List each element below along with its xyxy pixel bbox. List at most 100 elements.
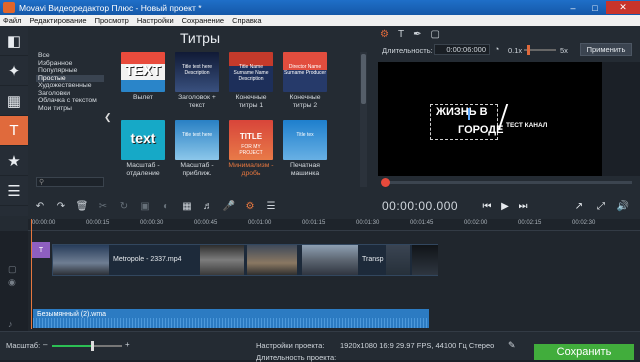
title-clip[interactable]: T — [32, 242, 50, 258]
category-all[interactable]: Все — [36, 52, 104, 60]
video-thumbnail — [386, 245, 410, 275]
timecode-display: 00:00:00.000 — [382, 199, 459, 213]
category-simple[interactable]: Простые — [36, 74, 104, 82]
seek-bar[interactable] — [381, 178, 632, 187]
timeline-toolbar: ↶ ↷ 🗑 ✂ ↻ ▣ ◐ ▦ ♬ 🎤 ⚙ ☰ — [28, 193, 376, 219]
category-headings[interactable]: Заголовки — [36, 90, 104, 98]
titles-scrollbar[interactable] — [360, 52, 367, 187]
app-window: Movavi Видеоредактор Плюс - Новый проект… — [0, 0, 640, 362]
magic-wand-icon[interactable]: ✦ — [0, 56, 28, 86]
crop-icon[interactable]: ▣ — [137, 198, 153, 214]
edit-project-icon[interactable]: ✎ — [508, 340, 516, 351]
title-card-typewriter[interactable]: Title tex Печатная машинка — [282, 120, 328, 177]
duration-label: Длительность: — [382, 46, 433, 55]
volume-icon[interactable]: 🔊 — [614, 197, 632, 215]
title-card-zoom-in[interactable]: Title text here Масштаб - приближ. — [174, 120, 220, 177]
overlay-text-line-2[interactable]: ГОРОДЕ — [458, 124, 503, 136]
film-icon[interactable]: ◧ — [0, 26, 28, 56]
audio-icon[interactable]: ♬ — [200, 198, 216, 214]
category-my-titles[interactable]: Мои титры — [36, 105, 104, 113]
video-clip-label-2: Transp — [362, 256, 384, 263]
video-track-icon: ▢ — [8, 264, 17, 274]
timeline-ruler[interactable]: 00:00:00 00:00:15 00:00:30 00:00:45 00:0… — [28, 219, 640, 231]
rotate-icon[interactable]: ↻ — [116, 198, 132, 214]
category-speech-bubbles[interactable]: Облачка с текстом — [36, 97, 104, 105]
title-card-heading-text[interactable]: Title text here Description Заголовок + … — [174, 52, 220, 109]
ruler-tick: 00:01:45 — [410, 220, 434, 226]
collapse-arrow-icon[interactable]: ❮ — [104, 112, 114, 126]
delete-icon[interactable]: 🗑 — [74, 198, 90, 214]
title-card-vylet[interactable]: TEXT Вылет — [120, 52, 166, 102]
category-search-input[interactable]: ⚲ — [36, 177, 104, 187]
text-icon[interactable]: T — [398, 29, 404, 40]
overlay-text-line-1[interactable]: ЖИЗНЬ В — [436, 106, 488, 118]
scale-slider-knob[interactable] — [90, 341, 94, 351]
zoom-out-icon[interactable]: – — [43, 340, 47, 349]
title-card-minimalism[interactable]: TITLE FOR MY PROJECT Минимализм - дробь — [228, 120, 274, 177]
next-frame-button[interactable]: ⏭ — [514, 197, 532, 215]
filter-icon[interactable]: ▦ — [0, 86, 28, 116]
project-settings-label: Настройки проекта: — [256, 341, 325, 350]
redo-icon[interactable]: ↷ — [53, 198, 69, 214]
overlay-channel-text[interactable]: ТЕСТ КАНАЛ — [506, 122, 547, 129]
speed-slider[interactable] — [524, 45, 556, 55]
equalizer-icon[interactable]: ☰ — [263, 198, 279, 214]
eyedropper-icon[interactable]: ✒ — [413, 29, 421, 40]
slideshow-icon[interactable]: ▦ — [179, 198, 195, 214]
category-popular[interactable]: Популярные — [36, 67, 104, 75]
save-button[interactable]: Сохранить — [534, 344, 634, 360]
detach-player-icon[interactable]: ↗ — [570, 197, 588, 215]
title-card-credits-2[interactable]: Director Name Surname Producer Конечные … — [282, 52, 328, 109]
category-artistic[interactable]: Художественные — [36, 82, 104, 90]
frame-icon[interactable]: ▢ — [430, 29, 439, 40]
video-thumbnail — [53, 245, 109, 275]
title-card-label: Масштаб - отдаление — [126, 162, 160, 177]
close-button[interactable]: ✕ — [606, 1, 640, 14]
title-card-zoom-out[interactable]: text Масштаб - отдаление — [120, 120, 166, 177]
title-thumbnail: Title Name Surname Name Description — [229, 52, 273, 92]
scale-slider[interactable] — [52, 341, 122, 351]
menu-export[interactable]: Сохранение — [182, 16, 224, 25]
speed-slider-knob[interactable] — [527, 45, 530, 55]
scrollbar-thumb[interactable] — [361, 54, 366, 104]
scale-label: Масштаб: — [6, 341, 41, 350]
title-card-label: Масштаб - приближ. — [180, 162, 214, 177]
note-icon: ♪ — [8, 319, 13, 329]
menu-view[interactable]: Просмотр — [95, 16, 129, 25]
ruler-tick: 00:00:30 — [140, 220, 164, 226]
apply-button[interactable]: Применить — [580, 43, 632, 56]
title-icon[interactable]: T — [0, 116, 28, 146]
zoom-in-icon[interactable]: + — [125, 340, 130, 349]
playhead[interactable] — [31, 219, 32, 329]
minimize-button[interactable]: – — [562, 1, 584, 14]
fullscreen-icon[interactable]: ⤢ — [592, 197, 610, 215]
audio-waveform — [33, 318, 429, 328]
video-thumbnail — [247, 245, 297, 275]
menu-settings[interactable]: Настройки — [137, 16, 174, 25]
titles-heading: Титры — [180, 30, 221, 46]
eye-icon[interactable]: ◉ — [8, 277, 16, 288]
cut-icon[interactable]: ✂ — [95, 198, 111, 214]
text-cursor-icon — [468, 108, 474, 120]
microphone-icon[interactable]: 🎤 — [221, 198, 237, 214]
menu-file[interactable]: Файл — [3, 16, 21, 25]
category-list: Все Избранное Популярные Простые Художес… — [36, 52, 104, 177]
menu-edit[interactable]: Редактирование — [29, 16, 86, 25]
ruler-tick: 00:00:15 — [86, 220, 110, 226]
category-favorites[interactable]: Избранное — [36, 60, 104, 68]
thumbnail-art-text: TITLE — [239, 132, 263, 141]
settings-icon[interactable]: ⚙ — [380, 29, 389, 40]
prev-frame-button[interactable]: ⏮ — [478, 197, 496, 215]
menu-help[interactable]: Справка — [232, 16, 261, 25]
color-adjust-icon[interactable]: ◐ — [158, 198, 174, 214]
duration-input[interactable]: 0:00:06:000 — [434, 44, 490, 55]
undo-icon[interactable]: ↶ — [32, 198, 48, 214]
maximize-button[interactable]: □ — [584, 1, 606, 14]
transition-list-icon[interactable]: ☰ — [0, 176, 28, 206]
clip-properties-icon[interactable]: ⚙ — [242, 198, 258, 214]
seek-knob[interactable] — [381, 178, 390, 187]
play-button[interactable]: ▶ — [496, 197, 514, 215]
title-bar: Movavi Видеоредактор Плюс - Новый проект… — [0, 0, 640, 15]
title-card-credits-1[interactable]: Title Name Surname Name Description Коне… — [228, 52, 274, 109]
sticker-icon[interactable]: ★ — [0, 146, 28, 176]
